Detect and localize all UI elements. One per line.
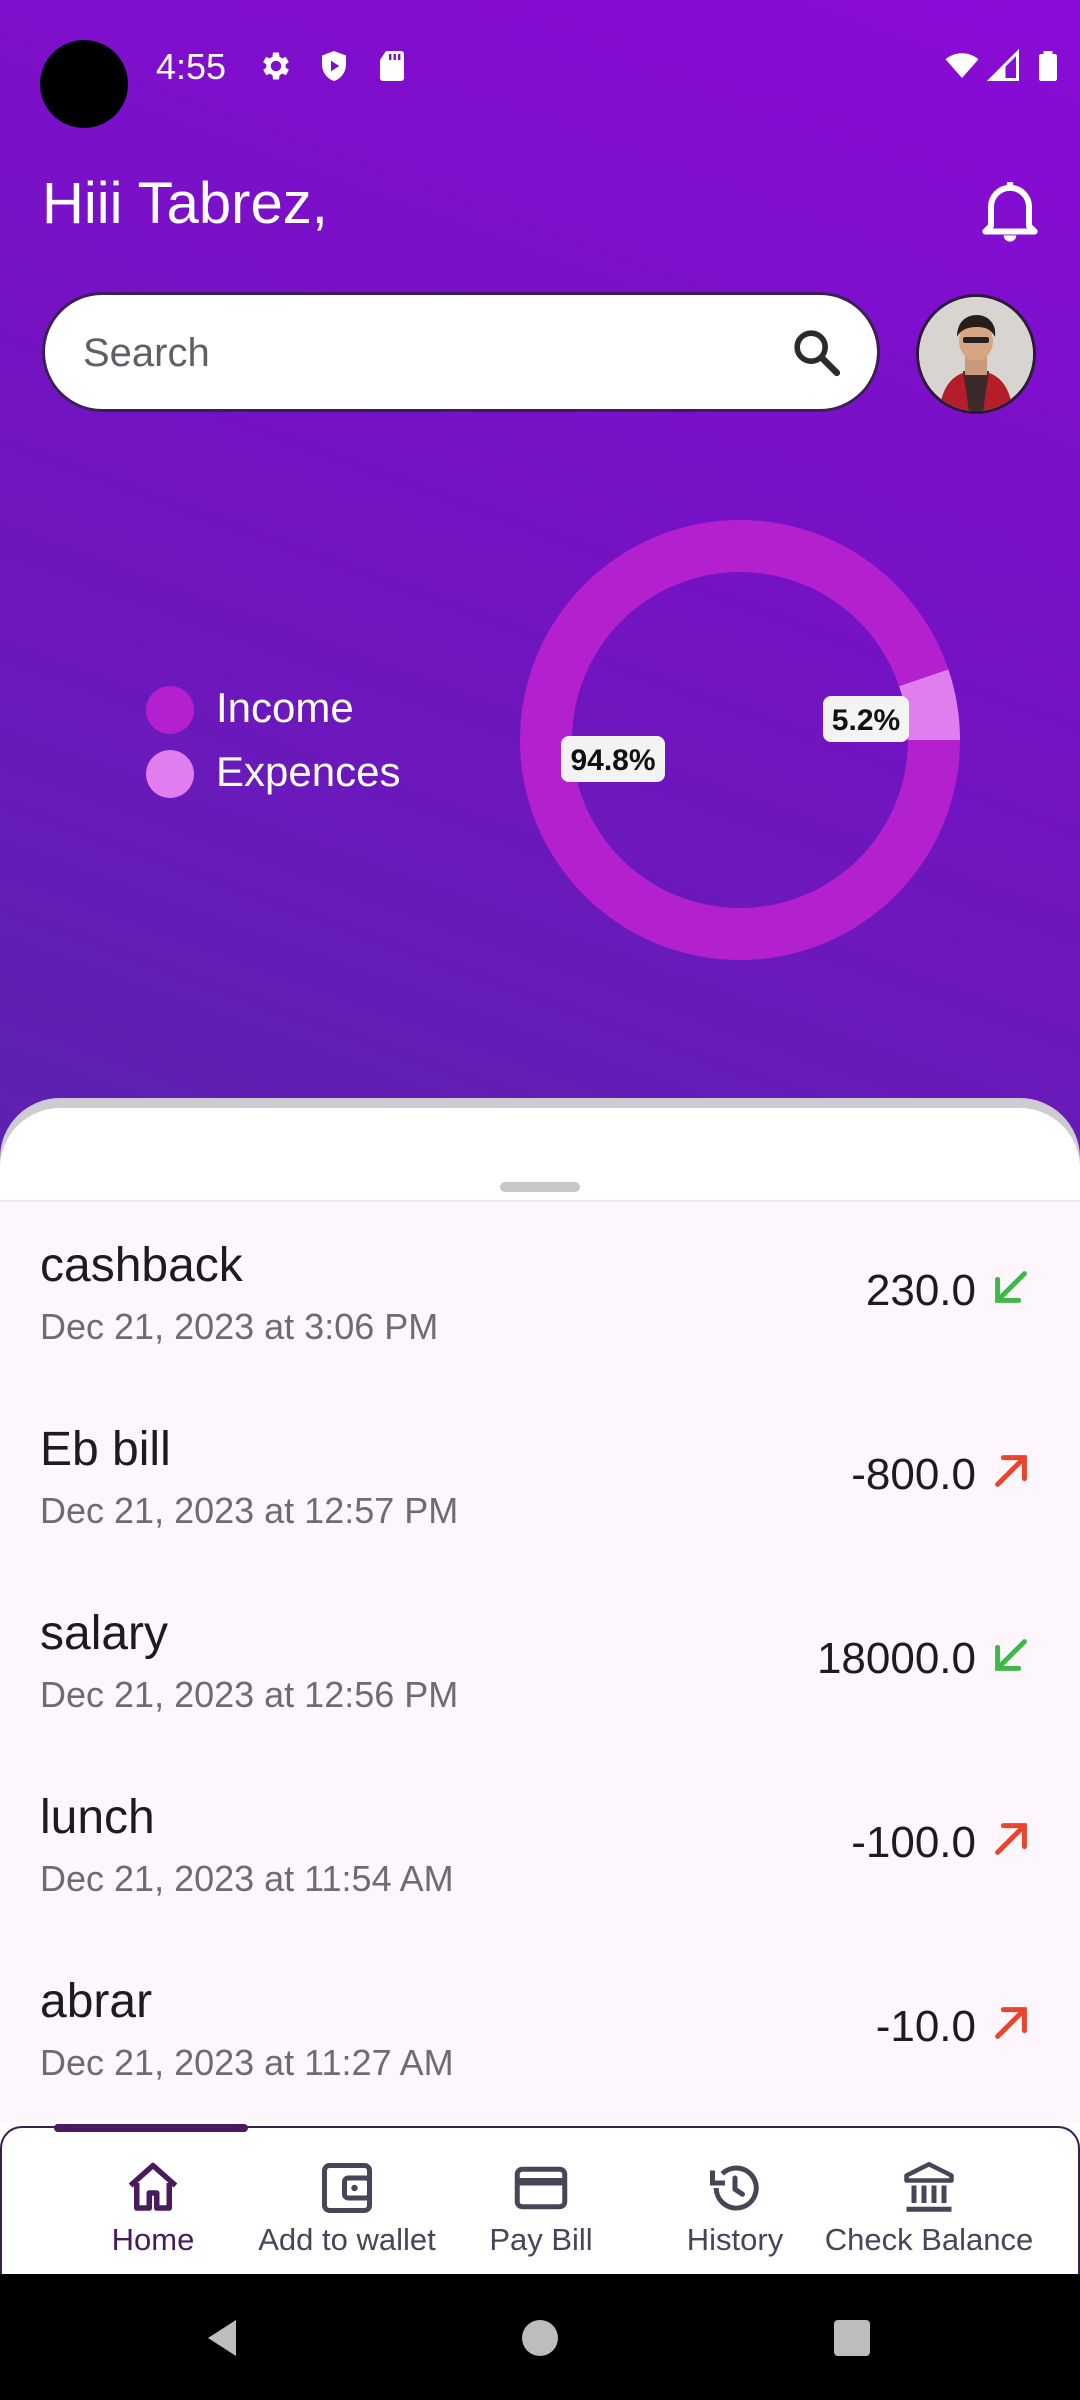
legend-dot-income: [146, 686, 194, 734]
transaction-title: abrar: [40, 1975, 153, 2028]
nav-item-add-to-wallet[interactable]: Add to wallet: [242, 2128, 452, 2276]
transaction-title: salary: [40, 1607, 169, 1660]
status-time: 4:55: [156, 46, 227, 87]
gear-icon: [263, 52, 289, 80]
arrow-up-right-icon: [995, 1823, 1027, 1855]
credit-card-icon: [514, 2166, 568, 2210]
transaction-title: cashback: [40, 1239, 243, 1292]
transaction-amount: 18000.0: [816, 1634, 976, 1683]
donut-label-expences: 5.2%: [823, 696, 909, 742]
system-navigation-bar: [0, 2274, 1080, 2400]
transaction-amount: -100.0: [851, 1818, 976, 1867]
donut-label-text: 5.2%: [832, 704, 900, 737]
transaction-date: Dec 21, 2023 at 12:57 PM: [40, 1490, 459, 1531]
search-bar[interactable]: Search: [42, 292, 880, 412]
bell-icon[interactable]: [972, 172, 1048, 248]
home-icon: [128, 2162, 178, 2211]
arrow-up-right-icon: [995, 1455, 1027, 1487]
nav-item-pay-bill[interactable]: Pay Bill: [436, 2128, 646, 2276]
list-item[interactable]: abrar Dec 21, 2023 at 11:27 AM -10.0: [0, 1938, 1080, 2122]
nav-item-check-balance[interactable]: Check Balance: [824, 2128, 1034, 2276]
avatar[interactable]: [916, 294, 1036, 414]
donut-label-income: 94.8%: [561, 736, 665, 782]
list-item[interactable]: lunch Dec 21, 2023 at 11:54 AM -100.0: [0, 1754, 1080, 1938]
user-avatar: [919, 297, 1033, 411]
home-circle-icon[interactable]: [516, 2314, 564, 2362]
signal-icon: [986, 48, 1019, 81]
drag-handle[interactable]: [500, 1182, 580, 1192]
list-item[interactable]: salary Dec 21, 2023 at 12:56 PM 18000.0: [0, 1570, 1080, 1754]
search-input[interactable]: Search: [83, 331, 210, 376]
camera-cutout: [40, 40, 128, 128]
shield-icon: [322, 51, 346, 81]
legend-dot-expences: [146, 750, 194, 798]
status-bar: 4:55: [0, 0, 1080, 140]
transaction-title: Eb bill: [40, 1423, 171, 1476]
transaction-date: Dec 21, 2023 at 11:27 AM: [40, 2042, 454, 2083]
nav-label-check-balance: Check Balance: [824, 2222, 1034, 2257]
transaction-amount: -10.0: [875, 2002, 976, 2051]
nav-label-add-to-wallet: Add to wallet: [258, 2222, 436, 2257]
greeting-title: Hiii Tabrez,: [42, 171, 328, 236]
nav-label-history: History: [686, 2222, 784, 2257]
bank-icon: [904, 2162, 954, 2212]
wallet-icon: [322, 2163, 372, 2213]
transaction-date: Dec 21, 2023 at 3:06 PM: [40, 1306, 439, 1347]
sd-card-icon: [380, 51, 404, 81]
transaction-date: Dec 21, 2023 at 12:56 PM: [40, 1674, 459, 1715]
nav-item-home[interactable]: Home: [48, 2128, 258, 2276]
battery-icon: [1039, 51, 1057, 81]
list-item[interactable]: Eb bill Dec 21, 2023 at 12:57 PM -800.0: [0, 1386, 1080, 1570]
arrow-up-right-icon: [995, 2007, 1027, 2039]
transaction-amount: -800.0: [851, 1450, 976, 1499]
arrow-down-left-icon: [995, 1271, 1027, 1303]
arrow-down-left-icon: [995, 1639, 1027, 1671]
transaction-amount: 230.0: [865, 1266, 976, 1315]
back-icon[interactable]: [200, 2314, 248, 2362]
nav-item-history[interactable]: History: [630, 2128, 840, 2276]
search-icon[interactable]: [789, 325, 845, 381]
wifi-icon: [945, 53, 979, 78]
donut-label-text: 94.8%: [570, 744, 655, 777]
legend-label-expences: Expences: [216, 748, 401, 795]
legend-label-income: Income: [216, 684, 354, 731]
list-item[interactable]: cashback Dec 21, 2023 at 3:06 PM 230.0: [0, 1202, 1080, 1386]
nav-label-home: Home: [111, 2222, 195, 2257]
history-icon: [710, 2165, 759, 2211]
transaction-title: lunch: [40, 1791, 155, 1844]
transaction-date: Dec 21, 2023 at 11:54 AM: [40, 1858, 454, 1899]
transaction-list: cashback Dec 21, 2023 at 3:06 PM 230.0 E…: [0, 1202, 1080, 2122]
income-expense-donut-chart: 94.8% 5.2%: [520, 520, 960, 960]
nav-active-indicator: [54, 2124, 248, 2132]
legend-item-income: Income: [146, 684, 546, 734]
bottom-navigation: Home Add to wallet Pay Bill History Chec…: [0, 2126, 1080, 2274]
nav-label-pay-bill: Pay Bill: [489, 2222, 593, 2257]
legend-item-expences: Expences: [146, 748, 546, 798]
recents-icon[interactable]: [828, 2314, 876, 2362]
